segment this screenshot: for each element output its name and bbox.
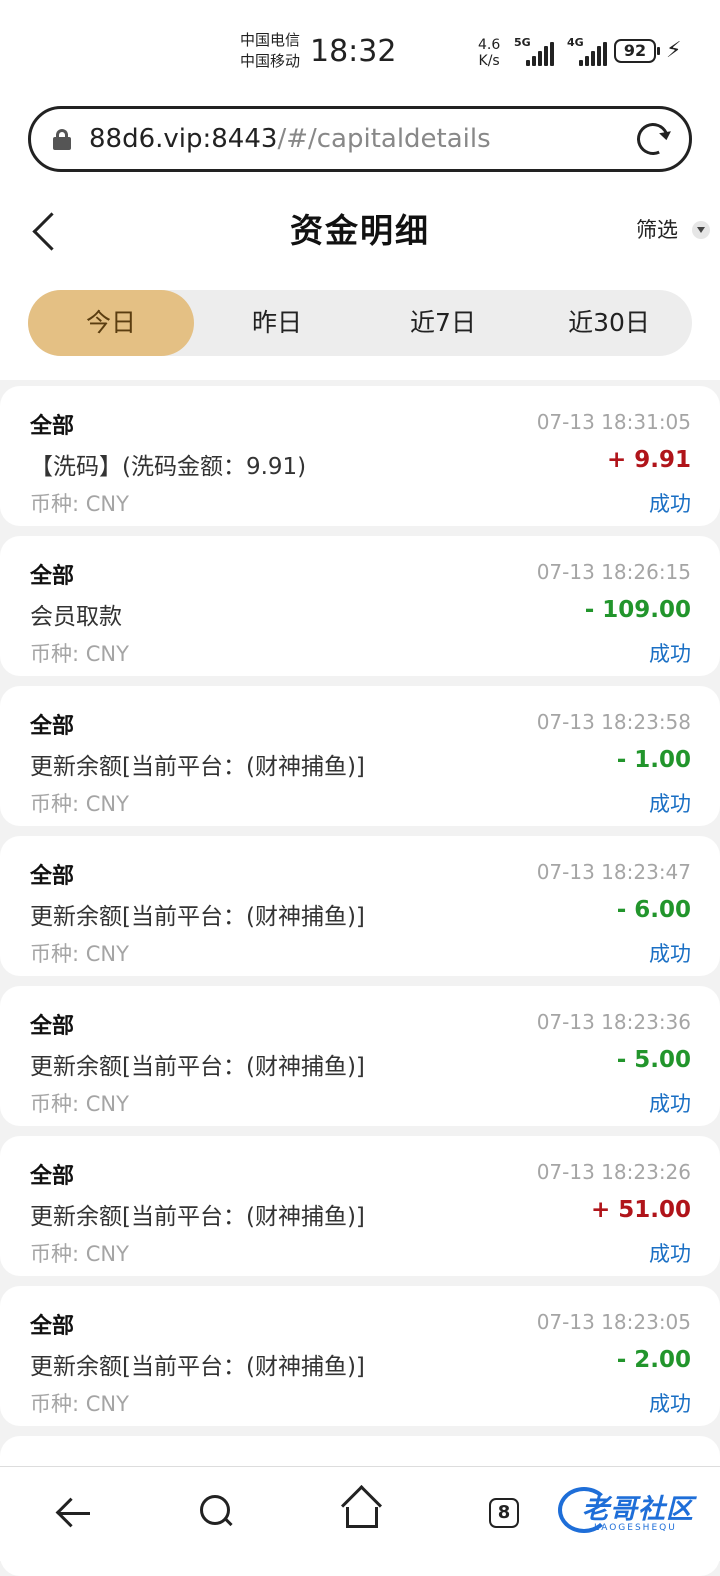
record-time: 07-13 18:23:05 — [536, 1310, 691, 1334]
record-category: 全部 — [30, 714, 75, 739]
record-category: 全部 — [30, 1164, 75, 1189]
record-description: 更新余额[当前平台：(财神捕鱼)] — [30, 904, 365, 930]
record-time: 07-13 18:26:15 — [536, 560, 691, 584]
lock-icon[interactable] — [53, 129, 71, 150]
url-host: 88d6.vip:8443 — [89, 124, 278, 154]
record-item[interactable]: 全部 07-13 18:23:36 更新余额[当前平台：(财神捕鱼)] - 5.… — [0, 986, 720, 1126]
nav-tabs-icon[interactable]: 8 — [489, 1498, 519, 1528]
nav-search-icon[interactable] — [188, 1483, 244, 1539]
record-category: 全部 — [30, 864, 75, 889]
record-item[interactable]: 全部 07-13 18:23:58 更新余额[当前平台：(财神捕鱼)] - 1.… — [0, 686, 720, 826]
record-status: 成功 — [649, 1392, 691, 1416]
record-amount: - 2.00 — [616, 1347, 691, 1373]
url-path: /#/capitaldetails — [277, 124, 491, 154]
carrier-info: 中国电信 中国移动 — [240, 30, 300, 72]
url-text[interactable]: 88d6.vip:8443/#/capitaldetails — [89, 124, 491, 154]
charging-icon: ⚡ — [666, 38, 682, 63]
record-time: 07-13 18:23:58 — [536, 710, 691, 734]
record-currency: 币种: CNY — [30, 1242, 129, 1266]
reload-icon[interactable] — [632, 118, 674, 160]
record-amount: - 1.00 — [616, 747, 691, 773]
record-currency: 币种: CNY — [30, 642, 129, 666]
record-amount: + 51.00 — [590, 1197, 691, 1223]
nav-home-icon[interactable] — [334, 1483, 390, 1539]
record-time: 07-13 18:23:47 — [536, 860, 691, 884]
record-status: 成功 — [649, 792, 691, 816]
record-amount: + 9.91 — [606, 447, 691, 473]
status-time: 18:32 — [310, 34, 397, 69]
tab-yesterday[interactable]: 昨日 — [194, 290, 360, 356]
record-currency: 币种: CNY — [30, 942, 129, 966]
filter-button[interactable]: 筛选 — [636, 214, 678, 244]
network-speed-value: 4.6 — [478, 37, 501, 53]
tab-30-days[interactable]: 近30日 — [526, 290, 692, 356]
record-item[interactable]: 全部 07-13 18:23:26 更新余额[当前平台：(财神捕鱼)] + 51… — [0, 1136, 720, 1276]
record-category: 全部 — [30, 414, 75, 439]
record-amount: - 109.00 — [584, 597, 691, 623]
nav-back-icon[interactable] — [44, 1483, 100, 1539]
logo-subtext: LAOGESHEQU — [594, 1523, 677, 1533]
record-amount: - 5.00 — [616, 1047, 691, 1073]
record-description: 更新余额[当前平台：(财神捕鱼)] — [30, 1204, 365, 1230]
record-status: 成功 — [649, 1092, 691, 1116]
record-item[interactable]: 全部 07-13 18:23:47 更新余额[当前平台：(财神捕鱼)] - 6.… — [0, 836, 720, 976]
record-description: 会员取款 — [30, 604, 122, 630]
tab-today[interactable]: 今日 — [28, 290, 194, 356]
watermark-logo: 老哥社区 LAOGESHEQU — [556, 1483, 706, 1543]
network-speed-unit: K/s — [478, 53, 500, 69]
filter-dropdown-icon[interactable] — [692, 221, 710, 239]
logo-text: 老哥社区 — [582, 1494, 694, 1525]
network-speed: 4.6 K/s — [478, 37, 500, 69]
record-description: 更新余额[当前平台：(财神捕鱼)] — [30, 1054, 365, 1080]
signal-4g-label: 4G — [567, 36, 584, 49]
record-status: 成功 — [649, 1242, 691, 1266]
record-item[interactable]: 全部 07-13 18:31:05 【洗码】(洗码金额：9.91) + 9.91… — [0, 386, 720, 526]
record-status: 成功 — [649, 492, 691, 516]
record-category: 全部 — [30, 1314, 75, 1339]
record-category: 全部 — [30, 1014, 75, 1039]
record-currency: 币种: CNY — [30, 492, 129, 516]
record-category: 全部 — [30, 564, 75, 589]
record-currency: 币种: CNY — [30, 792, 129, 816]
battery-icon: 92 — [614, 39, 660, 63]
record-status: 成功 — [649, 942, 691, 966]
signal-5g-label: 5G — [514, 36, 531, 49]
address-bar[interactable]: 88d6.vip:8443/#/capitaldetails — [28, 106, 692, 172]
tab-7-days[interactable]: 近7日 — [360, 290, 526, 356]
browser-bottom-nav: 8 老哥社区 LAOGESHEQU — [0, 1466, 720, 1561]
record-currency: 币种: CNY — [30, 1092, 129, 1116]
page-header: 资金明细 筛选 今日 昨日 近7日 近30日 — [0, 190, 720, 380]
browser-toolbar: 88d6.vip:8443/#/capitaldetails — [0, 100, 720, 190]
record-item[interactable]: 全部 07-13 18:26:15 会员取款 - 109.00 币种: CNY … — [0, 536, 720, 676]
record-amount: - 6.00 — [616, 897, 691, 923]
carrier-2: 中国移动 — [240, 52, 301, 70]
date-tabs: 今日 昨日 近7日 近30日 — [28, 290, 692, 356]
record-status: 成功 — [649, 642, 691, 666]
record-time: 07-13 18:23:36 — [536, 1010, 691, 1034]
record-time: 07-13 18:31:05 — [536, 410, 691, 434]
status-bar: 中国电信 中国移动 18:32 4.6 K/s 5G 4G 92 ⚡ — [0, 0, 720, 100]
record-description: 【洗码】(洗码金额：9.91) — [30, 454, 307, 480]
record-currency: 币种: CNY — [30, 1392, 129, 1416]
record-description: 更新余额[当前平台：(财神捕鱼)] — [30, 754, 365, 780]
record-time: 07-13 18:23:26 — [536, 1160, 691, 1184]
record-item[interactable]: 全部 07-13 18:23:05 更新余额[当前平台：(财神捕鱼)] - 2.… — [0, 1286, 720, 1426]
carrier-1: 中国电信 — [240, 31, 301, 49]
page-title: 资金明细 — [290, 211, 430, 250]
record-description: 更新余额[当前平台：(财神捕鱼)] — [30, 1354, 365, 1380]
